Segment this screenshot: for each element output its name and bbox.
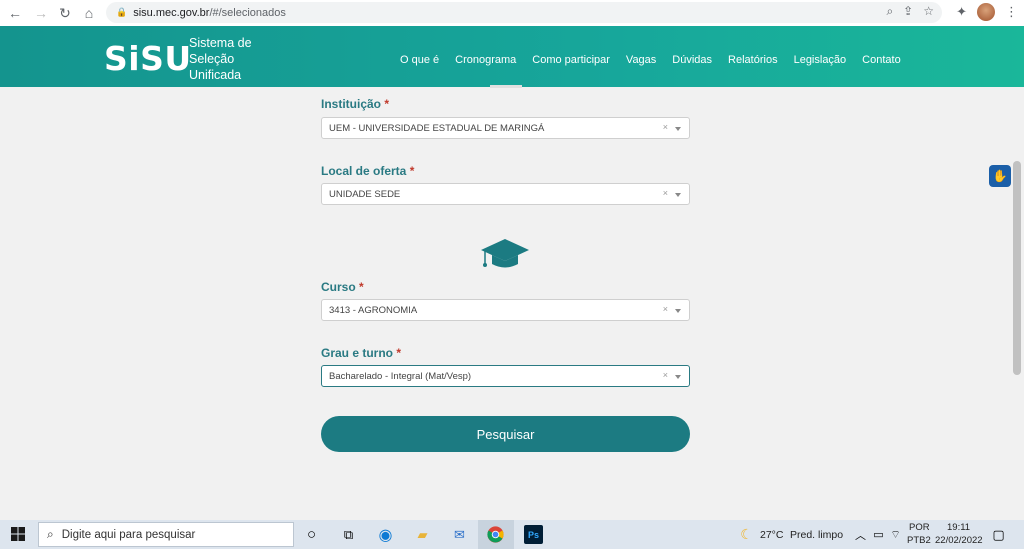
search-icon: ⌕ bbox=[47, 527, 54, 541]
instituicao-label: Instituição * bbox=[321, 97, 389, 111]
windows-taskbar: ⌕ Digite aqui para pesquisar ○ ⧉ ◉ ▰ ✉ P… bbox=[0, 520, 1024, 549]
share-icon[interactable]: ⇪ bbox=[903, 4, 913, 19]
local-value: UNIDADE SEDE bbox=[329, 188, 401, 200]
chrome-logo-icon bbox=[487, 526, 504, 543]
taskbar-search-input[interactable]: ⌕ Digite aqui para pesquisar bbox=[38, 522, 294, 547]
local-label: Local de oferta * bbox=[321, 164, 414, 178]
chevron-down-icon[interactable] bbox=[675, 193, 681, 197]
required-marker: * bbox=[396, 346, 402, 360]
mail-icon[interactable]: ✉ bbox=[450, 525, 469, 544]
clear-icon[interactable]: × bbox=[663, 370, 668, 380]
weather-temperature[interactable]: 27°C bbox=[760, 529, 783, 541]
logo-subtitle-line: Seleção bbox=[189, 52, 235, 66]
instituicao-value: UEM - UNIVERSIDADE ESTADUAL DE MARINGÁ bbox=[329, 122, 545, 134]
task-view-icon[interactable]: ⧉ bbox=[339, 525, 358, 544]
local-label-text: Local de oferta bbox=[321, 164, 407, 178]
menu-item-contato[interactable]: Contato bbox=[862, 54, 901, 66]
windows-start-icon[interactable] bbox=[11, 527, 25, 541]
menu-item-relatorios[interactable]: Relatórios bbox=[728, 54, 778, 66]
accessibility-hand-icon[interactable]: ✋ bbox=[989, 165, 1011, 187]
home-icon[interactable]: ⌂ bbox=[78, 2, 100, 24]
photoshop-icon[interactable]: Ps bbox=[524, 525, 543, 544]
language-indicator[interactable]: POR bbox=[909, 522, 930, 533]
sisu-logo[interactable]: SiSU bbox=[104, 39, 192, 78]
divider bbox=[490, 85, 522, 88]
chevron-up-icon[interactable]: ︿ bbox=[851, 525, 870, 544]
wifi-icon[interactable]: ⌔ bbox=[886, 525, 905, 544]
chrome-icon[interactable] bbox=[486, 525, 505, 544]
page-scrollbar[interactable] bbox=[1010, 87, 1024, 520]
curso-select[interactable]: 3413 - AGRONOMIA × bbox=[321, 299, 690, 321]
logo-subtitle-line: Unificada bbox=[189, 68, 242, 82]
reload-icon[interactable]: ↻ bbox=[54, 2, 76, 24]
clock-date[interactable]: 22/02/2022 bbox=[935, 535, 983, 546]
keyboard-layout-indicator[interactable]: PTB2 bbox=[907, 535, 931, 546]
instituicao-select[interactable]: UEM - UNIVERSIDADE ESTADUAL DE MARINGÁ × bbox=[321, 117, 690, 139]
url-path: /#/selecionados bbox=[209, 6, 286, 19]
logo-subtitle: Sistema de Seleção Unificada bbox=[189, 35, 279, 83]
grau-label: Grau e turno * bbox=[321, 346, 401, 360]
clear-icon[interactable]: × bbox=[663, 188, 668, 198]
pesquisar-button[interactable]: Pesquisar bbox=[321, 416, 690, 452]
weather-moon-icon: ☾ bbox=[740, 526, 753, 542]
clock-time[interactable]: 19:11 bbox=[947, 522, 970, 533]
cortana-icon[interactable]: ○ bbox=[302, 525, 321, 544]
required-marker: * bbox=[409, 164, 415, 178]
grau-select[interactable]: Bacharelado - Integral (Mat/Vesp) × bbox=[321, 365, 690, 387]
menu-item-o-que-e[interactable]: O que é bbox=[400, 54, 439, 66]
browser-toolbar: ← → ↻ ⌂ 🔒 sisu.mec.gov.br /#/selecionado… bbox=[0, 0, 1024, 26]
main-menu: O que é Cronograma Como participar Vagas… bbox=[400, 54, 901, 66]
weather-description[interactable]: Pred. limpo bbox=[790, 529, 843, 541]
file-explorer-icon[interactable]: ▰ bbox=[413, 525, 432, 544]
clear-icon[interactable]: × bbox=[663, 122, 668, 132]
instituicao-label-text: Instituição bbox=[321, 97, 382, 111]
extensions-icon[interactable]: ✦ bbox=[956, 4, 967, 20]
chevron-down-icon[interactable] bbox=[675, 375, 681, 379]
curso-label: Curso * bbox=[321, 280, 364, 294]
chevron-down-icon[interactable] bbox=[675, 127, 681, 131]
url-host: sisu.mec.gov.br bbox=[133, 6, 210, 19]
taskbar-search-placeholder: Digite aqui para pesquisar bbox=[61, 528, 196, 541]
edge-icon[interactable]: ◉ bbox=[376, 525, 395, 544]
zoom-icon[interactable]: ⌕ bbox=[886, 4, 893, 19]
forward-arrow-icon[interactable]: → bbox=[30, 2, 52, 24]
graduation-cap-icon bbox=[481, 239, 529, 268]
scrollbar-thumb[interactable] bbox=[1013, 161, 1021, 375]
chevron-down-icon[interactable] bbox=[675, 309, 681, 313]
menu-item-como-participar[interactable]: Como participar bbox=[532, 54, 610, 66]
logo-subtitle-line: Sistema de bbox=[189, 36, 252, 50]
address-bar[interactable]: 🔒 sisu.mec.gov.br /#/selecionados ⌕ ⇪ ☆ bbox=[106, 2, 942, 23]
clear-icon[interactable]: × bbox=[663, 304, 668, 314]
avatar[interactable] bbox=[977, 3, 995, 21]
menu-item-cronograma[interactable]: Cronograma bbox=[455, 54, 516, 66]
bookmark-star-icon[interactable]: ☆ bbox=[923, 4, 934, 19]
grau-label-text: Grau e turno bbox=[321, 346, 394, 360]
required-marker: * bbox=[359, 280, 364, 294]
curso-label-text: Curso bbox=[321, 280, 356, 294]
menu-item-legislacao[interactable]: Legislação bbox=[794, 54, 847, 66]
menu-item-duvidas[interactable]: Dúvidas bbox=[672, 54, 712, 66]
grau-value: Bacharelado - Integral (Mat/Vesp) bbox=[329, 370, 472, 382]
lock-icon: 🔒 bbox=[116, 7, 128, 17]
back-arrow-icon[interactable]: ← bbox=[4, 2, 26, 24]
menu-kebab-icon[interactable]: ⋮ bbox=[1005, 4, 1018, 20]
menu-item-vagas[interactable]: Vagas bbox=[626, 54, 656, 66]
notifications-icon[interactable]: ▢ bbox=[989, 525, 1008, 544]
site-header: SiSU Sistema de Seleção Unificada O que … bbox=[0, 26, 1024, 87]
required-marker: * bbox=[384, 97, 390, 111]
local-select[interactable]: UNIDADE SEDE × bbox=[321, 183, 690, 205]
curso-value: 3413 - AGRONOMIA bbox=[329, 304, 418, 316]
